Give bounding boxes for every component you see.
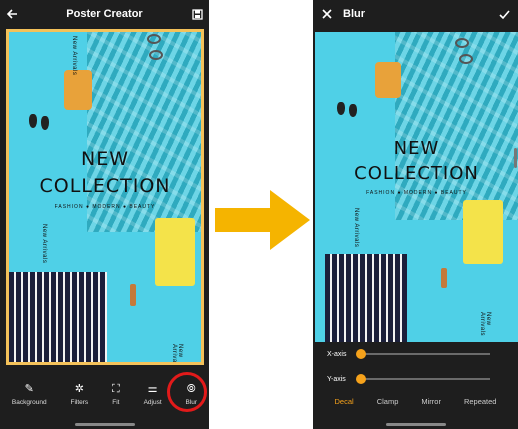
- side-text-bottom: New Arrivals: [171, 344, 183, 365]
- tool-label: Filters: [70, 399, 89, 406]
- sunglasses-image: [147, 34, 161, 44]
- y-axis-slider-row: Y-axis: [313, 372, 518, 386]
- tagline: FASHION ● MODERN ● BEAUTY: [366, 190, 467, 196]
- watch-image: [130, 284, 136, 306]
- jacket-image: [64, 70, 92, 110]
- shoe-image-2: [41, 116, 49, 130]
- headline-new: NEW: [393, 138, 440, 159]
- watch-image: [441, 268, 447, 288]
- tool-adjust[interactable]: ⚌ Adjust: [144, 382, 162, 406]
- yellow-top-image: [155, 218, 195, 286]
- poster-canvas[interactable]: New Arrivals NEW COLLECTION FASHION ● MO…: [6, 29, 204, 365]
- y-axis-thumb[interactable]: [356, 374, 366, 384]
- mode-decal[interactable]: Decal: [335, 397, 354, 406]
- side-text-top: New Arrivals: [353, 208, 359, 248]
- highlight-circle: [167, 372, 207, 412]
- x-axis-thumb[interactable]: [356, 349, 366, 359]
- top-bar: Blur: [313, 0, 518, 28]
- poster-preview[interactable]: NEW COLLECTION FASHION ● MODERN ● BEAUTY…: [315, 32, 518, 342]
- side-text-bottom: New Arrivals: [479, 312, 491, 337]
- arrow-right-icon: [215, 190, 310, 250]
- adjust-icon: ⚌: [147, 383, 158, 395]
- tool-filters[interactable]: ✲ Filters: [70, 382, 88, 406]
- screen-title: Poster Creator: [66, 8, 143, 20]
- eyedropper-icon: ✎: [24, 383, 34, 395]
- headline-collection: COLLECTION: [354, 163, 479, 184]
- headline-new: NEW: [80, 148, 129, 170]
- fit-icon: ⛶: [112, 383, 120, 395]
- mode-repeated[interactable]: Repeated: [464, 397, 497, 406]
- jacket-image: [375, 62, 401, 98]
- tool-label: Background: [11, 399, 47, 406]
- check-icon[interactable]: [492, 2, 516, 26]
- home-indicator: [74, 423, 135, 426]
- side-text-top: New Arrivals: [71, 36, 77, 76]
- back-icon[interactable]: [0, 2, 24, 26]
- shoe-image-2: [349, 104, 357, 117]
- tool-label: Adjust: [143, 399, 162, 406]
- tool-label: Fit: [112, 399, 120, 406]
- side-text-mid: New Arrivals: [41, 224, 47, 264]
- tagline: FASHION ● MODERN ● BEAUTY: [54, 204, 156, 210]
- tool-fit[interactable]: ⛶ Fit: [112, 382, 120, 406]
- sunglasses-image: [455, 38, 469, 48]
- sunglasses-image-2: [149, 50, 163, 60]
- top-bar: Poster Creator: [0, 0, 209, 28]
- filters-icon: ✲: [74, 383, 84, 395]
- poster-creator-screen: Poster Creator New Arrivals NEW COLLECTI…: [0, 0, 209, 429]
- shoe-image: [29, 114, 37, 128]
- shoe-image: [337, 102, 345, 115]
- blur-mode-tabs: Decal Clamp Mirror Repeated: [313, 397, 518, 406]
- screen-title: Blur: [343, 8, 365, 20]
- mode-mirror[interactable]: Mirror: [421, 397, 441, 406]
- tool-background[interactable]: ✎ Background: [12, 382, 47, 406]
- y-axis-slider[interactable]: [356, 374, 490, 384]
- x-axis-label: X-axis: [327, 350, 347, 358]
- striped-pants-image: [325, 254, 407, 342]
- close-icon[interactable]: [315, 2, 339, 26]
- x-axis-slider-row: X-axis: [313, 347, 518, 361]
- home-indicator: [385, 423, 446, 426]
- y-axis-label: Y-axis: [327, 375, 346, 383]
- headline-collection: COLLECTION: [39, 175, 171, 197]
- yellow-top-image: [463, 200, 503, 264]
- scroll-handle[interactable]: [514, 148, 517, 168]
- mode-clamp[interactable]: Clamp: [377, 397, 399, 406]
- x-axis-slider[interactable]: [356, 349, 490, 359]
- zebra-pattern: [87, 32, 201, 232]
- striped-pants-image: [9, 272, 107, 362]
- sunglasses-image-2: [459, 54, 473, 64]
- blur-screen: Blur NEW COLLECTION FASHION ● MODERN ● B…: [313, 0, 518, 429]
- save-icon[interactable]: [185, 2, 209, 26]
